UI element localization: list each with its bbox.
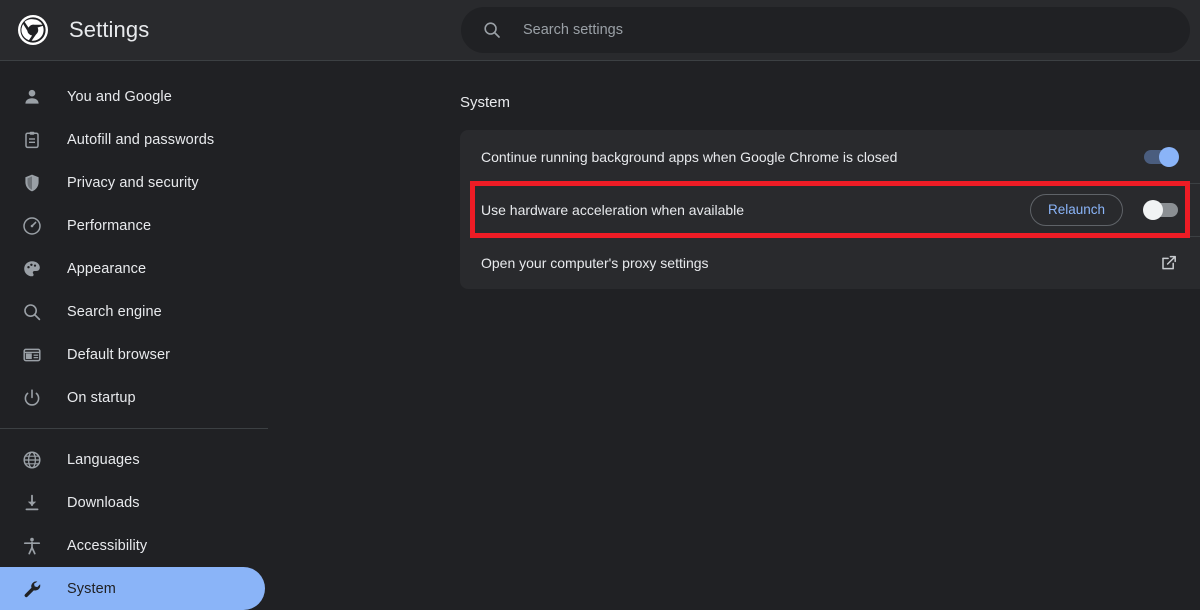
sidebar-item-label: Accessibility <box>67 537 148 554</box>
row-hardware-acceleration: Use hardware acceleration when available… <box>460 183 1200 236</box>
row-label: Open your computer's proxy settings <box>481 254 709 271</box>
sidebar-item-on-startup[interactable]: On startup <box>0 376 265 419</box>
magnifier-icon <box>22 302 42 322</box>
palette-icon <box>22 259 42 279</box>
sidebar-item-downloads[interactable]: Downloads <box>0 481 265 524</box>
row-actions: Relaunch <box>1029 193 1200 226</box>
sidebar-divider <box>0 428 268 429</box>
relaunch-button[interactable]: Relaunch <box>1029 193 1123 226</box>
shield-icon <box>22 173 42 193</box>
sidebar-item-system[interactable]: System <box>0 567 265 610</box>
hardware-acceleration-toggle[interactable] <box>1143 199 1178 220</box>
sidebar-item-label: You and Google <box>67 88 172 105</box>
system-settings-card: Continue running background apps when Go… <box>460 130 1200 289</box>
sidebar-item-label: System <box>67 580 116 597</box>
section-title: System <box>460 94 511 111</box>
row-background-apps: Continue running background apps when Go… <box>460 130 1200 183</box>
sidebar-item-accessibility[interactable]: Accessibility <box>0 524 265 567</box>
sidebar-item-appearance[interactable]: Appearance <box>0 247 265 290</box>
settings-sidebar: You and Google Autofill and passwords Pr… <box>0 61 280 610</box>
row-label: Continue running background apps when Go… <box>481 148 898 165</box>
sidebar-item-performance[interactable]: Performance <box>0 204 265 247</box>
search-input[interactable] <box>521 6 1170 54</box>
external-link-icon[interactable] <box>1160 254 1178 272</box>
person-icon <box>22 87 42 107</box>
sidebar-item-you-and-google[interactable]: You and Google <box>0 75 265 118</box>
toggle-knob <box>1159 146 1179 167</box>
row-actions <box>1160 254 1200 272</box>
browser-window-icon <box>22 345 42 365</box>
globe-icon <box>22 450 42 470</box>
download-icon <box>22 493 42 513</box>
sidebar-item-label: Search engine <box>67 303 162 320</box>
chrome-logo-icon <box>17 14 49 46</box>
clipboard-icon <box>22 130 42 150</box>
accessibility-icon <box>22 536 42 556</box>
row-actions <box>1144 146 1200 167</box>
row-proxy-settings[interactable]: Open your computer's proxy settings <box>460 236 1200 289</box>
settings-header: Settings <box>0 0 1200 61</box>
sidebar-item-default-browser[interactable]: Default browser <box>0 333 265 376</box>
sidebar-item-label: Performance <box>67 217 152 234</box>
search-bar[interactable] <box>461 6 1190 54</box>
toggle-knob <box>1143 199 1163 220</box>
sidebar-item-label: Default browser <box>67 346 171 363</box>
search-icon <box>483 21 501 39</box>
sidebar-item-label: Privacy and security <box>67 174 199 191</box>
wrench-icon <box>22 579 42 599</box>
sidebar-item-label: Downloads <box>67 494 140 511</box>
sidebar-item-label: On startup <box>67 389 136 406</box>
sidebar-item-label: Appearance <box>67 260 147 277</box>
sidebar-item-autofill-and-passwords[interactable]: Autofill and passwords <box>0 118 265 161</box>
sidebar-item-privacy-and-security[interactable]: Privacy and security <box>0 161 265 204</box>
row-label: Use hardware acceleration when available <box>481 201 745 218</box>
speedometer-icon <box>22 216 42 236</box>
sidebar-item-label: Autofill and passwords <box>67 131 215 148</box>
brand: Settings <box>0 0 149 60</box>
sidebar-item-languages[interactable]: Languages <box>0 438 265 481</box>
background-apps-toggle[interactable] <box>1144 146 1179 167</box>
page-title: Settings <box>69 17 150 42</box>
power-icon <box>22 388 42 408</box>
settings-main: System Continue running background apps … <box>280 61 1200 605</box>
sidebar-item-label: Languages <box>67 451 140 468</box>
sidebar-item-search-engine[interactable]: Search engine <box>0 290 265 333</box>
